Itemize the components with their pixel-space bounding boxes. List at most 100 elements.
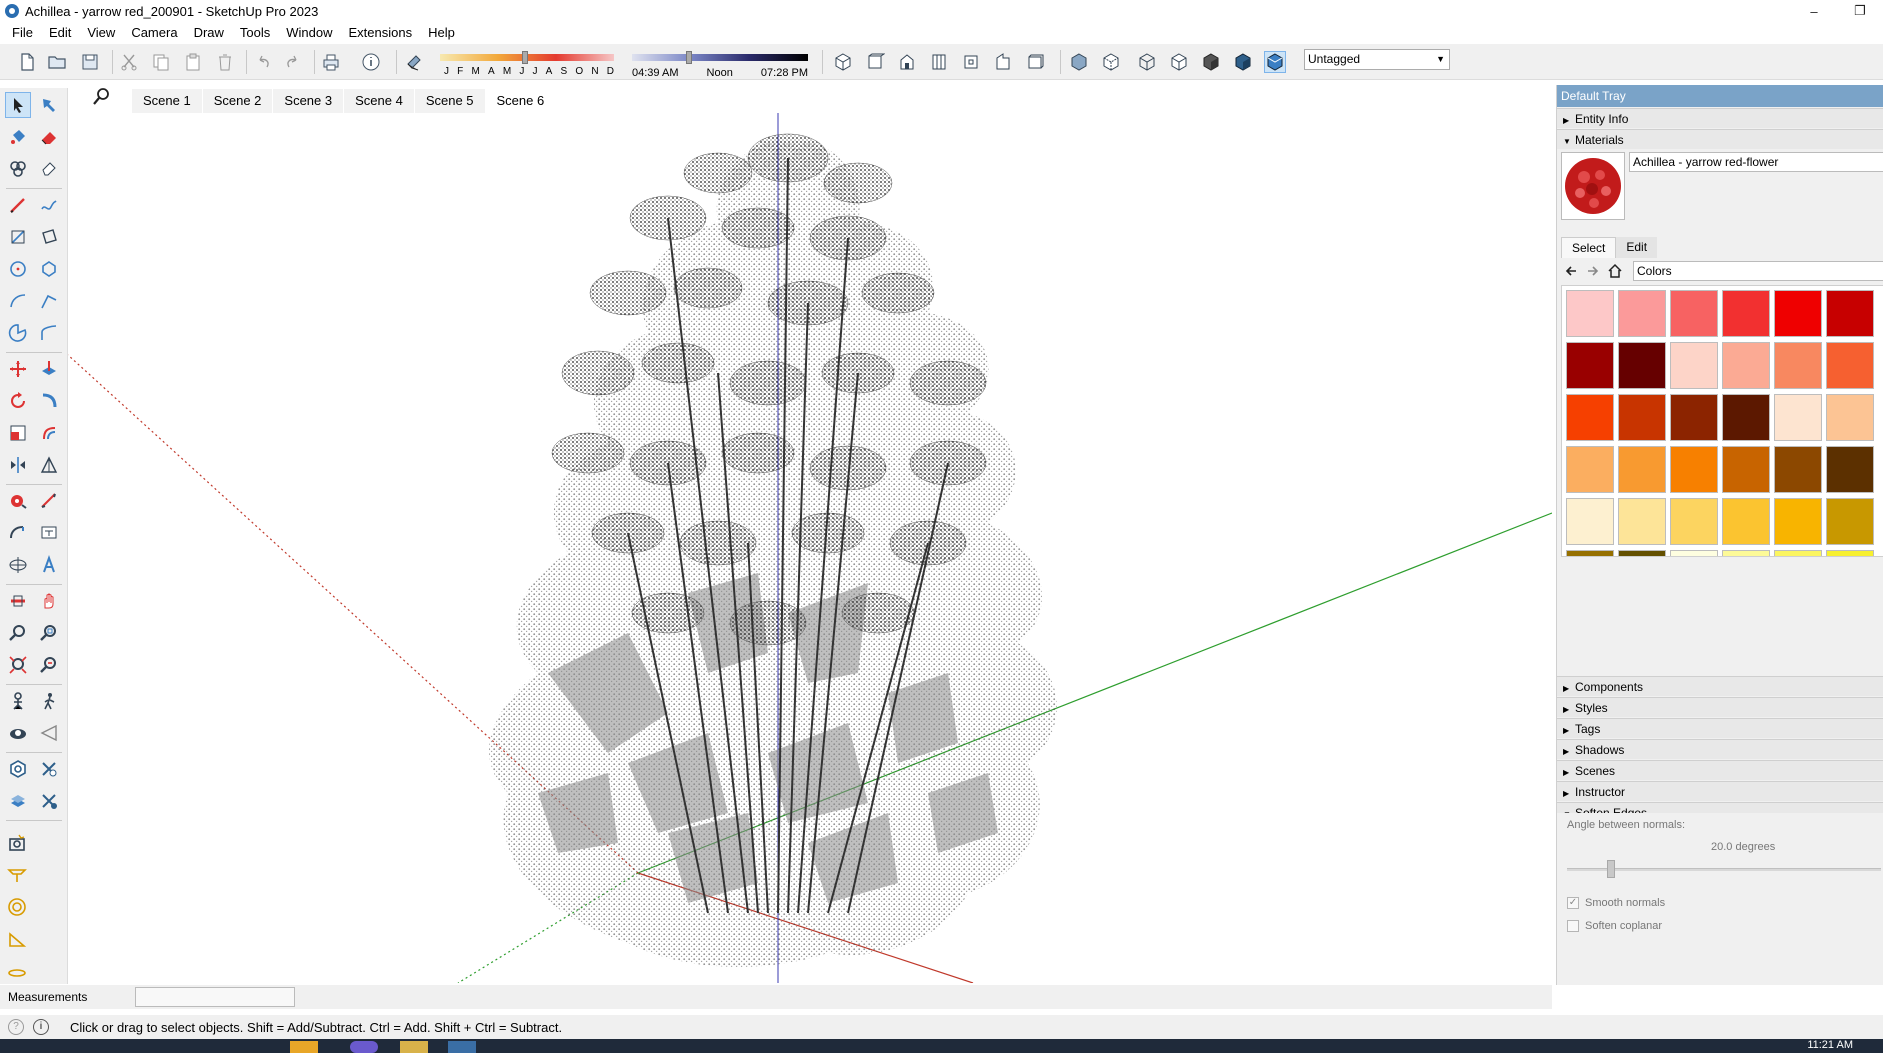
tag-eraser-icon[interactable] (36, 156, 62, 182)
color-swatch[interactable] (1774, 446, 1822, 493)
open-folder-icon[interactable] (46, 51, 68, 73)
menu-draw[interactable]: Draw (186, 22, 232, 44)
scenes-section[interactable]: ▶ Scenes (1557, 760, 1883, 780)
menu-tools[interactable]: Tools (232, 22, 278, 44)
paint-bucket-icon[interactable] (5, 124, 31, 150)
rectangle-tool-icon[interactable] (5, 224, 31, 250)
sketchup-taskbar-icon[interactable] (448, 1041, 476, 1053)
offset-tool-icon[interactable] (36, 420, 62, 446)
zoom-tool-icon[interactable] (5, 620, 31, 646)
menu-window[interactable]: Window (278, 22, 340, 44)
undo-icon[interactable] (252, 51, 274, 73)
polygon-tool-icon[interactable] (36, 256, 62, 282)
scene-tab-6[interactable]: Scene 6 (485, 89, 557, 113)
make-component-icon[interactable] (5, 156, 31, 182)
look-around-icon[interactable] (5, 720, 31, 746)
circle-tool-icon[interactable] (5, 256, 31, 282)
paste-icon[interactable] (182, 51, 204, 73)
geo-location-icon[interactable]: ? (8, 1019, 24, 1035)
menu-help[interactable]: Help (420, 22, 463, 44)
menu-camera[interactable]: Camera (123, 22, 185, 44)
tape-measure-icon[interactable] (5, 488, 31, 514)
two-point-arc-icon[interactable] (36, 288, 62, 314)
color-swatch[interactable] (1826, 446, 1874, 493)
circle-orbit-icon[interactable] (4, 894, 30, 920)
shadow-date-slider[interactable]: J F M A M J J A S O N D (440, 50, 614, 77)
save-icon[interactable] (79, 51, 101, 73)
3d-text-icon[interactable] (36, 552, 62, 578)
restore-button[interactable]: ❐ (1837, 0, 1883, 22)
color-swatch[interactable] (1774, 394, 1822, 441)
color-swatch[interactable] (1722, 498, 1770, 545)
left-view-icon[interactable] (992, 51, 1014, 73)
mirror-icon[interactable] (36, 452, 62, 478)
active-tag-dropdown[interactable]: Untagged ▼ (1304, 49, 1450, 70)
previous-view-icon[interactable] (36, 652, 62, 678)
yarrow-plant-model[interactable] (68, 113, 1552, 983)
model-info-icon[interactable] (360, 51, 382, 73)
tags-section[interactable]: ▶ Tags (1557, 718, 1883, 738)
color-swatch[interactable] (1566, 290, 1614, 337)
scene-search-icon[interactable] (90, 86, 112, 108)
color-swatch[interactable] (1618, 342, 1666, 389)
forward-arrow-icon[interactable] (1585, 263, 1601, 279)
shadows-section[interactable]: ▶ Shadows (1557, 739, 1883, 759)
instructor-info-icon[interactable]: i (33, 1019, 49, 1035)
color-swatch[interactable] (1826, 550, 1874, 556)
browser-icon[interactable] (350, 1041, 378, 1053)
color-swatch[interactable] (1566, 498, 1614, 545)
extension-warehouse-icon[interactable] (36, 756, 62, 782)
iso-view-icon[interactable] (832, 51, 854, 73)
color-swatch[interactable] (1618, 446, 1666, 493)
eraser-icon[interactable] (36, 124, 62, 150)
home-icon[interactable] (1607, 263, 1623, 279)
color-swatch[interactable] (1774, 290, 1822, 337)
shaded-style-icon[interactable] (1200, 51, 1222, 73)
line-tool-icon[interactable] (5, 192, 31, 218)
color-swatch[interactable] (1566, 342, 1614, 389)
scene-tab-1[interactable]: Scene 1 (132, 89, 203, 113)
new-file-icon[interactable] (16, 51, 38, 73)
back-edges-style-icon[interactable] (1100, 51, 1122, 73)
color-swatch[interactable] (1566, 550, 1614, 556)
drape-tool-icon[interactable] (4, 862, 30, 888)
shadow-time-slider[interactable]: 04:39 AM Noon 07:28 PM (632, 50, 808, 79)
menu-view[interactable]: View (79, 22, 123, 44)
library-dropdown[interactable]: Colors (1633, 261, 1883, 281)
scene-tab-4[interactable]: Scene 4 (344, 89, 415, 113)
copy-icon[interactable] (150, 51, 172, 73)
axes-tool-icon[interactable] (5, 552, 31, 578)
three-point-arc-icon[interactable] (36, 320, 62, 346)
back-arrow-icon[interactable] (1563, 263, 1579, 279)
redo-icon[interactable] (282, 51, 304, 73)
pan-hand-icon[interactable] (36, 588, 62, 614)
hidden-line-style-icon[interactable] (1168, 51, 1190, 73)
color-swatch[interactable] (1670, 290, 1718, 337)
xray-style-icon[interactable] (1068, 51, 1090, 73)
pie-tool-icon[interactable] (5, 320, 31, 346)
3d-warehouse-icon[interactable] (5, 756, 31, 782)
follow-me-icon[interactable] (36, 388, 62, 414)
menu-file[interactable]: File (4, 22, 41, 44)
zoom-extents-icon[interactable] (5, 652, 31, 678)
color-swatch[interactable] (1722, 550, 1770, 556)
styles-section[interactable]: ▶ Styles (1557, 697, 1883, 717)
shaded-textures-style-icon[interactable] (1232, 51, 1254, 73)
rotate-tool-icon[interactable] (5, 388, 31, 414)
slope-tool-icon[interactable] (4, 926, 30, 952)
color-swatch[interactable] (1774, 498, 1822, 545)
color-swatch[interactable] (1774, 550, 1822, 556)
instructor-section[interactable]: ▶ Instructor (1557, 781, 1883, 801)
cut-icon[interactable] (118, 51, 140, 73)
scene-tab-5[interactable]: Scene 5 (414, 89, 486, 113)
color-swatch[interactable] (1618, 394, 1666, 441)
shadow-date-thumb[interactable] (522, 51, 528, 64)
color-swatch[interactable] (1722, 446, 1770, 493)
color-swatch[interactable] (1670, 550, 1718, 556)
text-tool-icon[interactable] (36, 520, 62, 546)
color-swatch[interactable] (1722, 290, 1770, 337)
minimize-button[interactable]: – (1791, 0, 1837, 22)
color-swatch[interactable] (1826, 342, 1874, 389)
extension-manager-icon[interactable] (36, 788, 62, 814)
material-preview[interactable] (1561, 152, 1625, 220)
